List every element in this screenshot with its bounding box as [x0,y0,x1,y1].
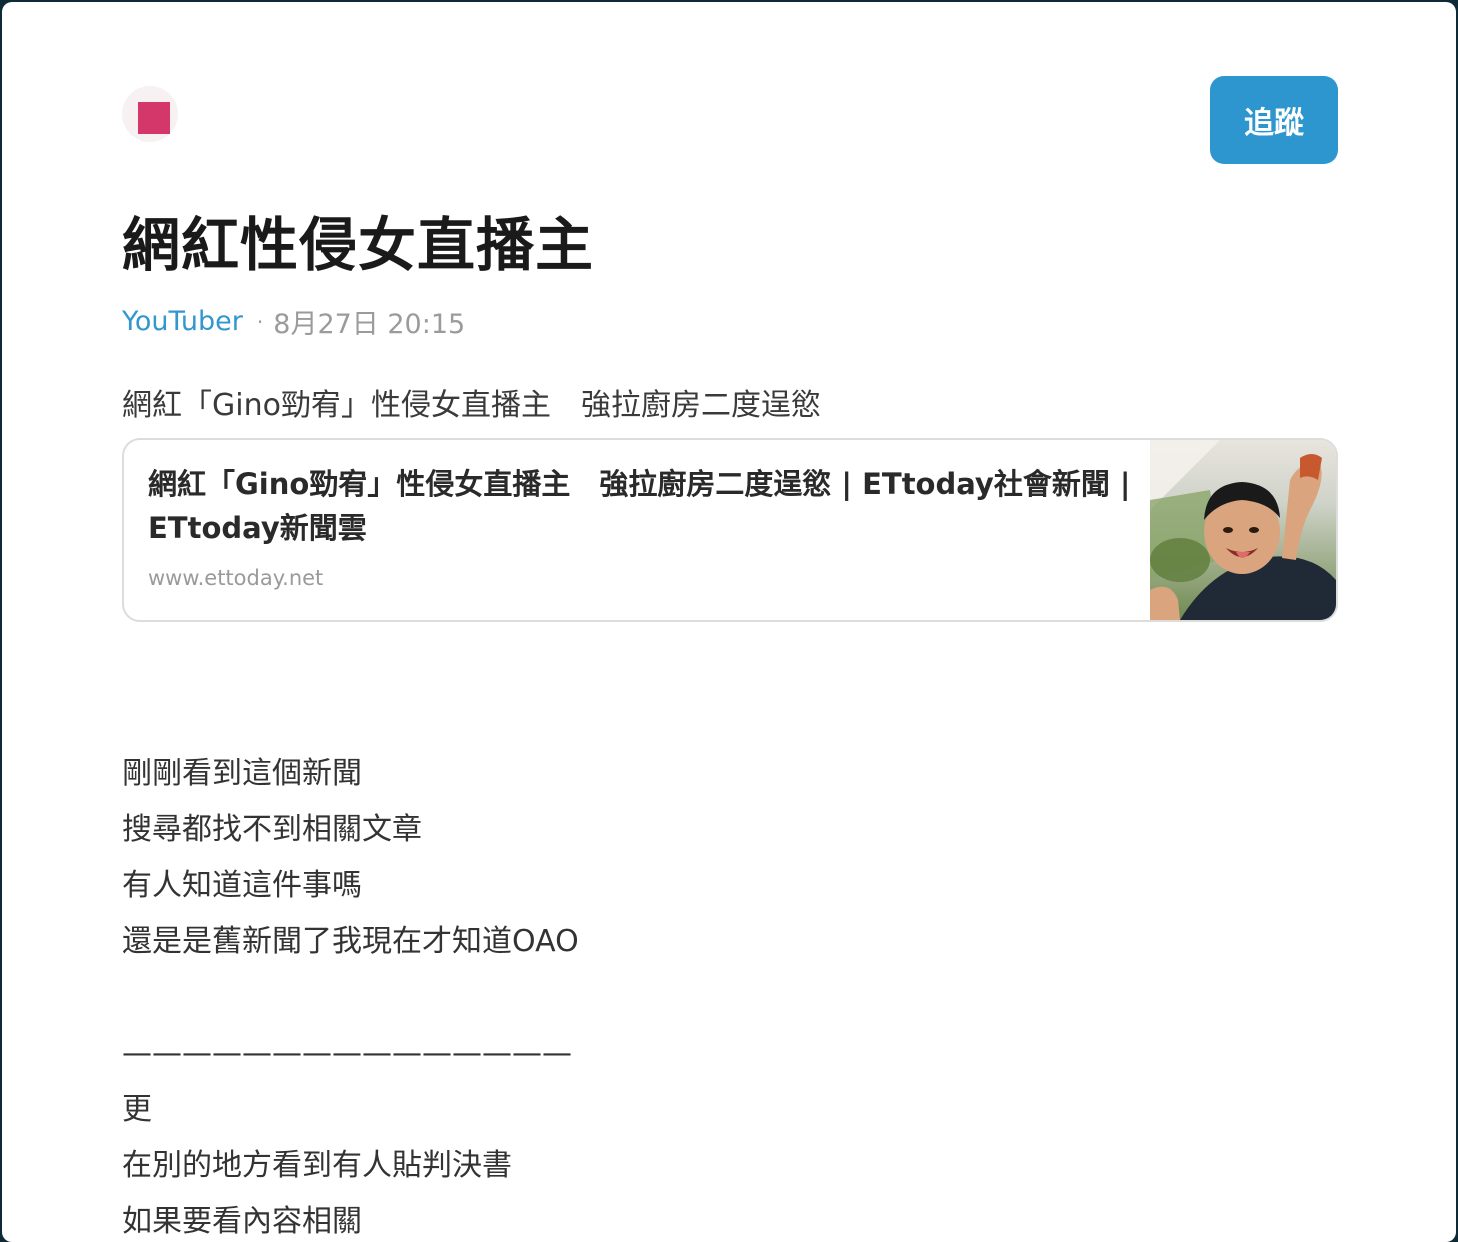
forum-link[interactable]: YouTuber [122,306,243,337]
body-line: 在別的地方看到有人貼判決書 [122,1148,512,1183]
body-line: 如果要看內容相關 [122,1204,362,1239]
post-page: 追蹤 網紅性侵女直播主 YouTuber · 8月27日 20:15 網紅「Gi… [2,2,1456,1242]
body-line: 有人知道這件事嗎 [122,868,362,903]
link-preview-card[interactable]: 網紅「Gino勁宥」性侵女直播主 強拉廚房二度逞慾 | ETtoday社會新聞 … [122,438,1338,622]
post-timestamp: 8月27日 20:15 [273,309,466,340]
body-line: 搜尋都找不到相關文章 [122,812,422,847]
post-meta: YouTuber · 8月27日 20:15 [122,302,465,341]
author-row: 追蹤 [122,74,1338,166]
body-line: 更 [122,1092,152,1127]
body-line: 剛剛看到這個新聞 [122,756,362,791]
body-line: 還是是舊新聞了我現在才知道OAO [122,924,579,959]
follow-button[interactable]: 追蹤 [1210,76,1338,164]
post-intro: 網紅「Gino勁宥」性侵女直播主 強拉廚房二度逞慾 [122,388,821,423]
body-divider: ——————————————— [122,1036,572,1071]
post-title: 網紅性侵女直播主 [122,211,595,279]
body-line [122,970,579,1026]
avatar-badge-icon [138,102,170,134]
link-preview-thumbnail [1150,440,1336,620]
link-preview-domain: www.ettoday.net [148,566,324,590]
link-preview-title: 網紅「Gino勁宥」性侵女直播主 強拉廚房二度逞慾 | ETtoday社會新聞 … [148,467,1141,545]
post-body: 剛剛看到這個新聞 搜尋都找不到相關文章 有人知道這件事嗎 還是是舊新聞了我現在才… [122,746,579,1242]
meta-separator: · [256,309,264,334]
